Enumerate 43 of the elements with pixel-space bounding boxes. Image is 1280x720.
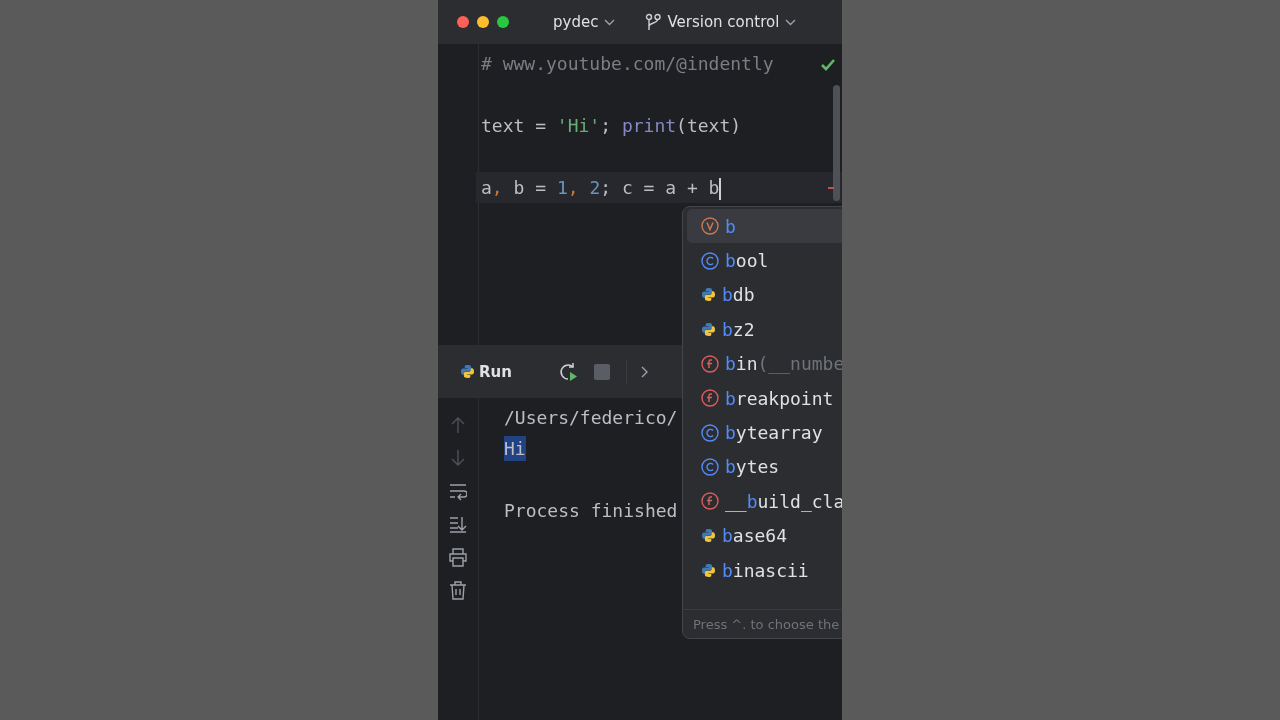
completion-item[interactable]: bool [687, 243, 842, 278]
close-button[interactable] [457, 16, 469, 28]
completion-hint: Press ^. to choose the [683, 609, 842, 638]
completion-item[interactable]: bytearray [687, 415, 842, 450]
error-marker [828, 187, 834, 189]
completion-item[interactable]: __build_cla [687, 484, 842, 519]
function-icon [701, 492, 719, 511]
project-name[interactable]: pydec [553, 13, 599, 31]
print-icon[interactable] [449, 548, 467, 567]
python-icon [701, 528, 716, 544]
console-line: Process finished [504, 499, 678, 523]
scrollbar[interactable] [833, 85, 840, 201]
class-icon [701, 251, 719, 270]
chevron-down-icon[interactable] [785, 18, 797, 26]
python-icon [701, 562, 716, 578]
completion-item[interactable]: bytes [687, 449, 842, 485]
python-icon [701, 321, 716, 337]
completion-item[interactable]: binascii [687, 552, 842, 588]
minimize-button[interactable] [477, 16, 489, 28]
wrap-icon[interactable] [449, 482, 467, 501]
run-tab-title[interactable]: Run [479, 362, 512, 381]
console-line: /Users/federico/ [504, 406, 678, 430]
scroll-to-end-icon[interactable] [449, 515, 467, 534]
class-icon [701, 423, 719, 442]
variable-icon [701, 217, 719, 236]
trash-icon[interactable] [449, 581, 467, 600]
vcs-label[interactable]: Version control [667, 13, 780, 31]
completion-item[interactable]: b reakpoint [687, 380, 842, 416]
function-icon [701, 389, 719, 408]
function-icon [701, 354, 719, 373]
chevron-down-icon[interactable] [604, 18, 616, 26]
rerun-icon[interactable] [557, 361, 578, 382]
code-line: text = 'Hi'; print(text) [480, 114, 743, 138]
branch-icon [645, 13, 662, 31]
code-line: # www.youtube.com/@indently [480, 52, 775, 76]
completion-item[interactable]: base64 [687, 518, 842, 553]
completion-item[interactable]: bz2 [687, 312, 842, 347]
python-icon [460, 364, 475, 379]
class-icon [701, 457, 719, 476]
python-icon [701, 287, 716, 303]
chevron-right-icon[interactable] [640, 365, 649, 378]
zoom-button[interactable] [497, 16, 509, 28]
completion-item[interactable]: bdb [687, 277, 842, 313]
